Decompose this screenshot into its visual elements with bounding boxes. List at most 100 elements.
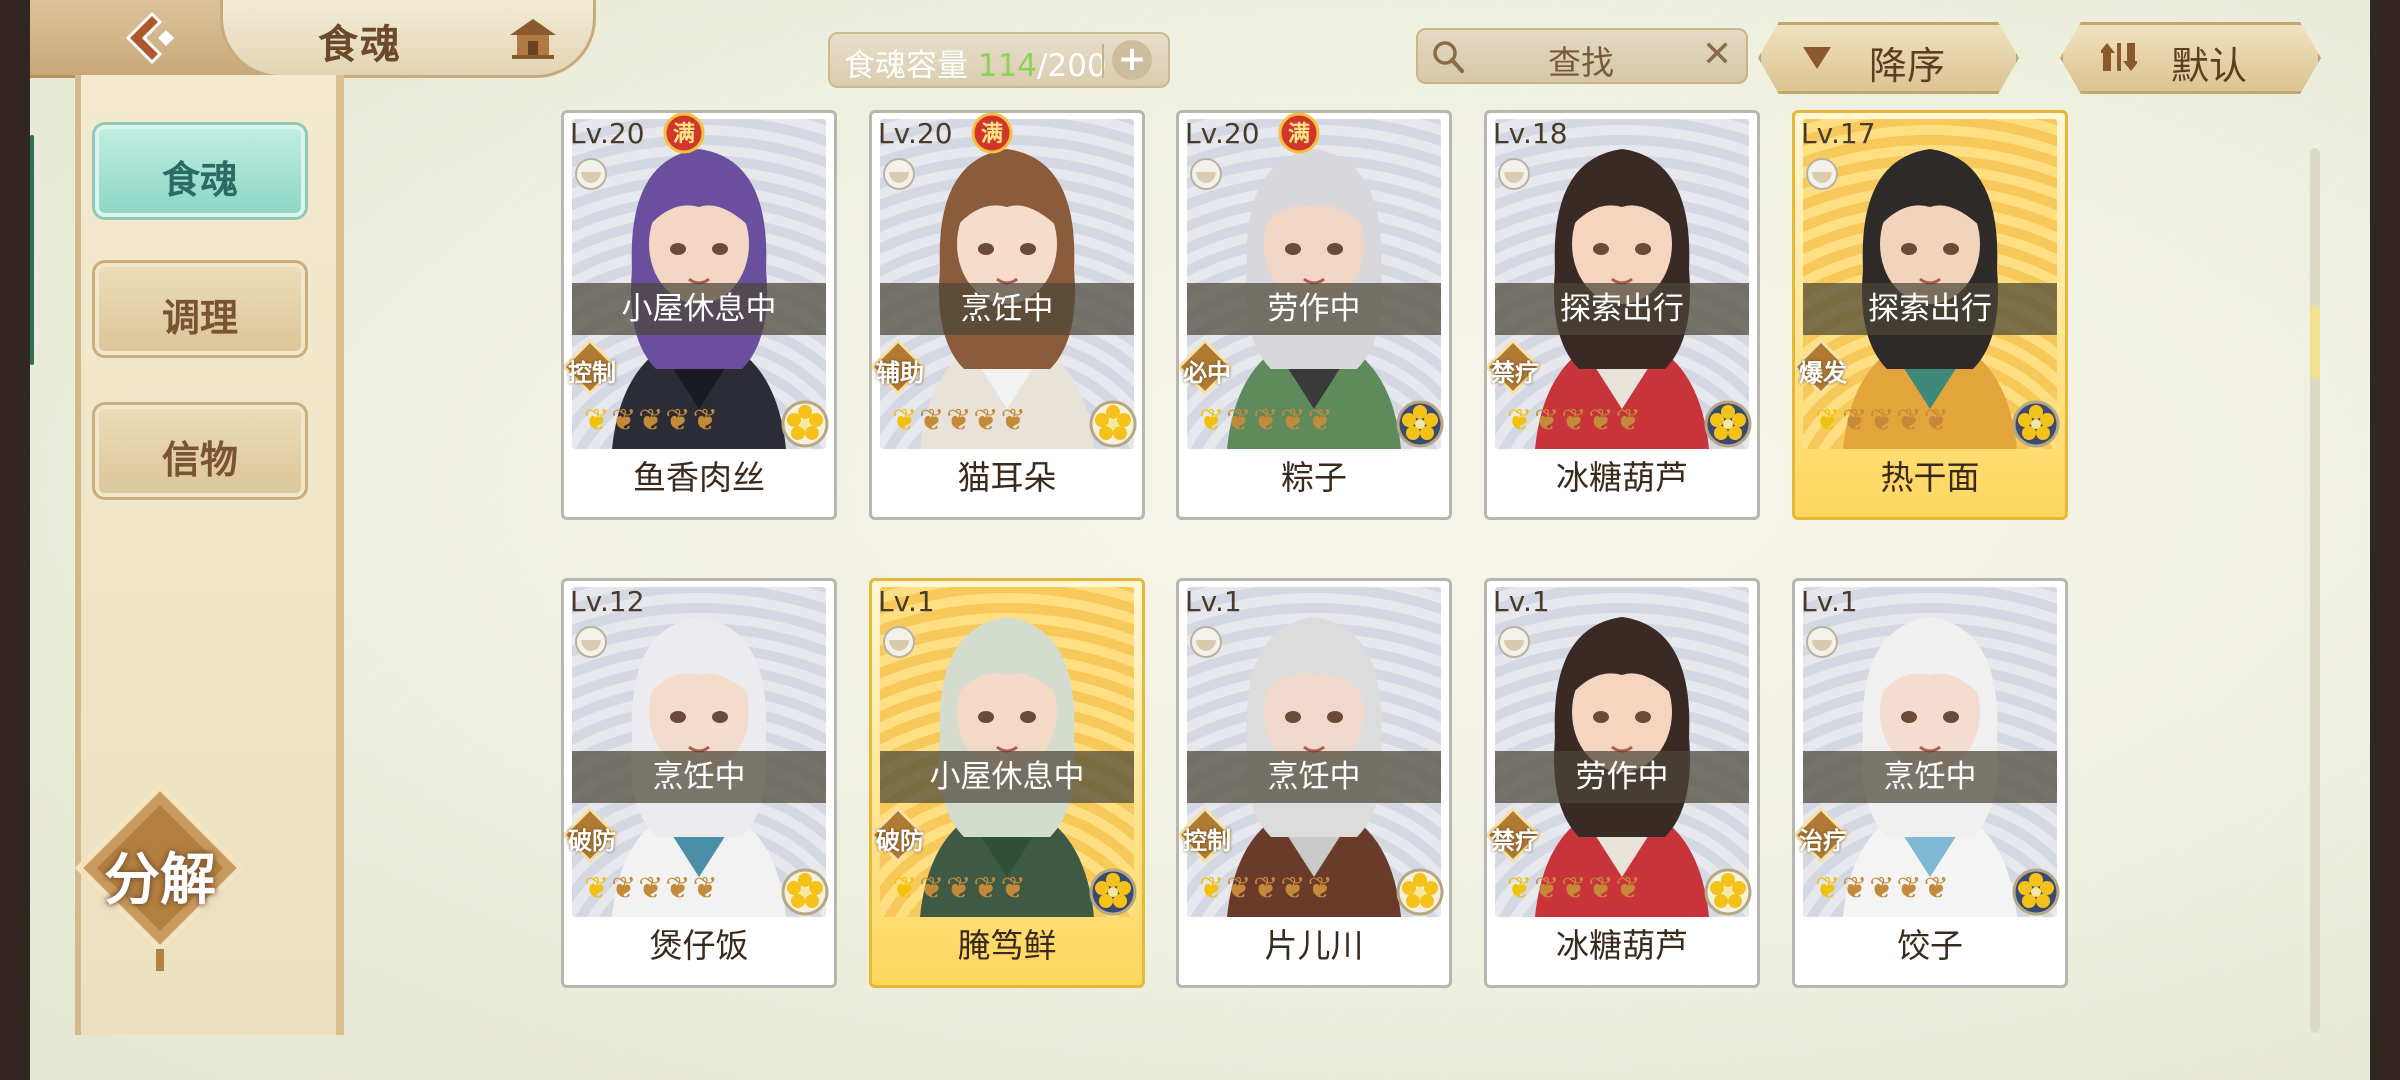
sort-order-button[interactable]: 降序 (1758, 22, 2019, 94)
role-label: 控制 (568, 359, 616, 387)
gold-flower-icon (1704, 868, 1752, 916)
level-label: Lv.1 (1493, 585, 1550, 618)
character-name: 腌笃鲜 (957, 926, 1057, 965)
character-name: 鱼香肉丝 (633, 458, 765, 497)
blue-flower-icon (2012, 868, 2060, 916)
bowl-icon (883, 158, 915, 190)
max-badge-icon: 满 (1278, 113, 1320, 154)
status-label: 劳作中 (1187, 283, 1441, 335)
house-icon[interactable] (508, 15, 558, 61)
food-soul-card[interactable]: Lv.1 烹饪中 治疗 ❦❦❦❦❦ 饺子 (1792, 578, 2068, 988)
sidebar-item-food-souls[interactable]: 食魂 (95, 125, 305, 217)
level-label: Lv.18 (1493, 117, 1568, 150)
bowl-icon (1190, 158, 1222, 190)
role-label: 必中 (1183, 359, 1231, 387)
status-label: 小屋休息中 (880, 751, 1134, 803)
status-label: 烹饪中 (880, 283, 1134, 335)
food-soul-card[interactable]: Lv.12 烹饪中 破防 ❦❦❦❦❦ 煲仔饭 (561, 578, 837, 988)
star-flame-icon: ❦ (638, 871, 666, 906)
search-input[interactable]: 查找 (1548, 36, 1614, 84)
food-soul-card[interactable]: Lv.1 烹饪中控制 ❦❦❦❦❦ 片儿川 (1176, 578, 1452, 988)
capacity-total: /200 (1037, 48, 1107, 84)
game-area: 食魂 食魂容量 114/200 + 查找 ✕ 降序 默认 食魂 调理 信物 分解… (30, 0, 2370, 1080)
role-label: 治疗 (1799, 827, 1847, 855)
character-name: 猫耳朵 (957, 458, 1057, 497)
sidebar-item-tokens[interactable]: 信物 (95, 405, 305, 497)
status-label: 探索出行 (1803, 283, 2057, 335)
star-flames: ❦❦❦❦❦ (1507, 403, 1643, 438)
svg-text:满: 满 (1288, 122, 1310, 147)
star-flame-icon: ❦ (1561, 403, 1589, 438)
capacity-label: 食魂容量 114/200 (844, 48, 1107, 84)
capacity-display: 食魂容量 114/200 + (828, 32, 1170, 88)
food-soul-card[interactable]: Lv.17 探索出行 爆发 ❦❦❦❦❦ 热干面 (1792, 110, 2068, 520)
level-label: Lv.20 (878, 117, 953, 150)
food-soul-card[interactable]: Lv.18 探索出行 禁疗 ❦❦❦❦❦ 冰糖葫芦 (1484, 110, 1760, 520)
role-label: 控制 (1183, 827, 1231, 855)
capacity-divider (1102, 44, 1104, 78)
food-soul-card[interactable]: Lv.20 满烹饪中 辅助 ❦❦❦❦❦ 猫耳朵 (869, 110, 1145, 520)
title-tab: 食魂 (220, 0, 596, 78)
role-label: 破防 (876, 827, 924, 855)
character-name: 片儿川 (1264, 926, 1364, 965)
star-flame-icon: ❦ (665, 403, 693, 438)
sidebar-item-label: 信物 (161, 438, 238, 482)
star-flame-icon: ❦ (1280, 403, 1308, 438)
star-flame-icon: ❦ (973, 871, 1001, 906)
sort-order-label: 降序 (1869, 44, 1946, 88)
back-arrow-icon (125, 11, 174, 65)
star-flame-icon: ❦ (1869, 403, 1897, 438)
gold-flower-icon (1396, 868, 1444, 916)
status-label: 烹饪中 (1803, 751, 2057, 803)
star-flame-icon: ❦ (1896, 403, 1924, 438)
star-flame-icon: ❦ (946, 871, 974, 906)
add-capacity-button[interactable]: + (1112, 40, 1152, 80)
food-soul-card[interactable]: Lv.20 满小屋休息中 控制 ❦❦❦❦❦ 鱼香肉丝 (561, 110, 837, 520)
food-soul-card[interactable]: Lv.20 满劳作中 必中 ❦❦❦❦❦ 粽子 (1176, 110, 1452, 520)
star-flame-icon: ❦ (584, 871, 612, 906)
star-flame-icon: ❦ (919, 403, 947, 438)
close-icon[interactable]: ✕ (1702, 36, 1732, 74)
star-flame-icon: ❦ (692, 403, 720, 438)
max-badge-icon: 满 (971, 113, 1013, 154)
sidebar-item-conditioning[interactable]: 调理 (95, 263, 305, 355)
scrollbar-track[interactable] (2310, 148, 2320, 1033)
star-flame-icon: ❦ (1842, 403, 1870, 438)
star-flame-icon: ❦ (1534, 403, 1562, 438)
star-flames: ❦❦❦❦❦ (892, 403, 1028, 438)
star-flames: ❦❦❦❦❦ (1199, 871, 1335, 906)
status-label: 烹饪中 (1187, 751, 1441, 803)
decompose-button[interactable]: 分解 (74, 782, 246, 971)
gold-flower-icon (781, 868, 829, 916)
star-flame-icon: ❦ (1896, 871, 1924, 906)
gold-flower-icon (781, 400, 829, 448)
level-label: Lv.1 (1185, 585, 1242, 618)
star-flame-icon: ❦ (665, 871, 693, 906)
star-flame-icon: ❦ (1615, 871, 1643, 906)
star-flame-icon: ❦ (1615, 403, 1643, 438)
food-soul-card[interactable]: Lv.1 劳作中 禁疗 ❦❦❦❦❦ 冰糖葫芦 (1484, 578, 1760, 988)
scrollbar-thumb[interactable] (2310, 305, 2320, 380)
star-flame-icon: ❦ (1226, 403, 1254, 438)
star-flame-icon: ❦ (1000, 403, 1028, 438)
edge-indicator (30, 135, 34, 365)
character-name: 热干面 (1880, 458, 1980, 497)
bowl-icon (883, 626, 915, 658)
star-flame-icon: ❦ (1000, 871, 1028, 906)
star-flame-icon: ❦ (1307, 403, 1335, 438)
search-icon (1433, 41, 1464, 73)
blue-flower-icon (1396, 400, 1444, 448)
star-flames: ❦❦❦❦❦ (1199, 403, 1335, 438)
star-flames: ❦❦❦❦❦ (584, 871, 720, 906)
star-flame-icon: ❦ (1923, 871, 1951, 906)
bowl-icon (1498, 626, 1530, 658)
blue-flower-icon (1704, 400, 1752, 448)
star-flame-icon: ❦ (1253, 403, 1281, 438)
bowl-icon (1190, 626, 1222, 658)
star-flame-icon: ❦ (1280, 871, 1308, 906)
star-flame-icon: ❦ (1199, 403, 1227, 438)
search-box[interactable]: 查找 ✕ (1416, 28, 1748, 84)
sort-default-button[interactable]: 默认 (2060, 22, 2321, 94)
food-soul-card[interactable]: Lv.1 小屋休息中 破防 ❦❦❦❦❦ 腌笃鲜 (869, 578, 1145, 988)
blue-flower-icon (2012, 400, 2060, 448)
